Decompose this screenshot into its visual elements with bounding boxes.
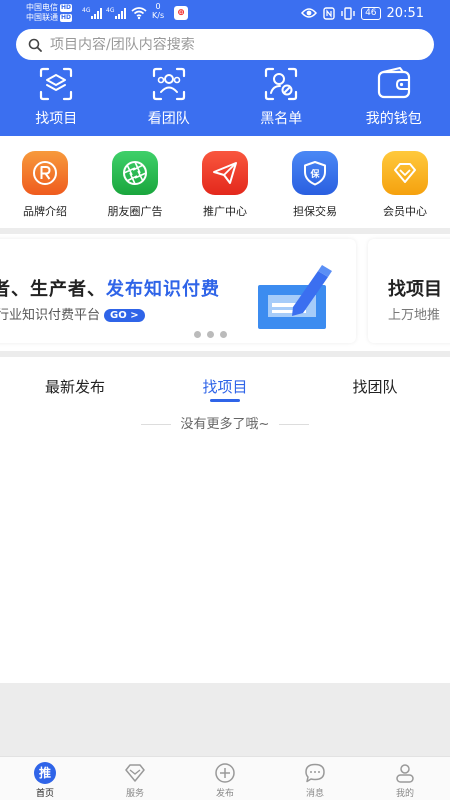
bottom-tab-label: 发布 <box>215 789 234 799</box>
nav-label: 找项目 <box>35 111 78 127</box>
network-type: 4G <box>106 7 115 14</box>
clock: 20:51 <box>386 5 424 21</box>
service-icon-tile <box>202 151 248 195</box>
registered-icon <box>33 161 57 185</box>
bottom-tab-bar: 推 首页 服务 发布 消息 我的 <box>0 756 450 800</box>
user-icon <box>396 764 414 783</box>
nav-view-team[interactable]: 看团队 <box>113 66 226 132</box>
diamond-outline-icon <box>125 764 145 782</box>
carousel-dot[interactable] <box>194 331 201 338</box>
wallet-icon <box>377 67 410 99</box>
carrier-1: 中国电信 <box>26 3 58 12</box>
service-brand-intro[interactable]: 品牌介绍 <box>0 136 90 228</box>
search-icon <box>28 38 42 52</box>
network-speed: 0 K/s <box>152 2 165 20</box>
team-scan-icon <box>152 67 185 101</box>
paper-plane-icon <box>213 162 237 184</box>
service-label: 朋友圈广告 <box>107 205 163 218</box>
nav-label: 我的钱包 <box>365 111 422 127</box>
bottom-tab-label: 服务 <box>125 789 144 799</box>
bottom-tab-messages[interactable]: 消息 <box>270 757 360 800</box>
service-grid: 品牌介绍 朋友圈广告 推广中心 保 担保交易 会员中心 <box>0 136 450 228</box>
nav-label: 黑名单 <box>260 111 303 127</box>
service-moments-ads[interactable]: 朋友圈广告 <box>90 136 180 228</box>
banner-subtitle: 上万地推 <box>388 308 441 323</box>
service-label: 品牌介绍 <box>23 205 67 218</box>
bottom-tab-home[interactable]: 推 首页 <box>0 757 90 800</box>
search-bar[interactable] <box>16 29 434 60</box>
wifi-icon <box>131 7 147 20</box>
signal-icon: 4G <box>106 7 126 19</box>
service-icon-tile <box>22 151 68 195</box>
diamond-icon <box>394 163 416 183</box>
plus-circle-icon <box>215 763 235 783</box>
status-icons: 46 20:51 <box>301 5 424 21</box>
home-icon: 推 <box>34 762 56 784</box>
bottom-tab-mine[interactable]: 我的 <box>360 757 450 800</box>
divider <box>279 424 310 425</box>
nav-my-wallet[interactable]: 我的钱包 <box>338 66 450 132</box>
banner-go-button[interactable]: GO > <box>104 309 145 322</box>
nav-find-project[interactable]: 找项目 <box>0 66 113 132</box>
carousel-indicator <box>194 331 227 338</box>
banner-headline: 找项目 <box>388 279 442 300</box>
shield-icon: 保 <box>304 161 326 186</box>
bottom-tab-label: 消息 <box>305 789 324 799</box>
feed-section: 最新发布 找项目 找团队 没有更多了哦~ <box>0 357 450 683</box>
empty-list-message: 没有更多了哦~ <box>0 413 450 432</box>
network-type: 4G <box>82 7 91 14</box>
nav-blacklist[interactable]: 黑名单 <box>225 66 338 132</box>
eye-icon <box>301 8 318 18</box>
vibrate-icon <box>341 6 355 20</box>
divider <box>140 424 171 425</box>
top-nav: 找项目 看团队 黑名单 我的钱包 <box>0 66 450 132</box>
aperture-icon <box>123 161 147 185</box>
carrier-info: 中国电信 HD 中国联通 HD <box>26 3 73 23</box>
tab-find-team[interactable]: 找团队 <box>300 357 450 413</box>
svg-text:保: 保 <box>309 168 320 180</box>
user-block-icon <box>265 67 298 101</box>
service-icon-tile <box>382 151 428 195</box>
service-promo-center[interactable]: 推广中心 <box>180 136 270 228</box>
bottom-tab-label: 我的 <box>395 789 414 799</box>
app-notification-icon: ⊕ <box>174 6 188 20</box>
bottom-tab-services[interactable]: 服务 <box>90 757 180 800</box>
app-header: 中国电信 HD 中国联通 HD 4G 4G 0 K/s ⊕ 46 20:51 项… <box>0 0 450 136</box>
service-label: 会员中心 <box>383 205 427 218</box>
service-label: 推广中心 <box>203 205 247 218</box>
banner-carousel[interactable]: 者、生产者、发布知识付费 行业知识付费平台 GO > 找项目 上万地推 <box>0 234 450 351</box>
service-label: 担保交易 <box>293 205 337 218</box>
banner-subtitle: 行业知识付费平台 GO > <box>0 304 145 323</box>
nav-label: 看团队 <box>147 111 190 127</box>
bottom-tab-publish[interactable]: 发布 <box>180 757 270 800</box>
signal-icon: 4G <box>82 7 102 19</box>
chat-bubble-icon <box>305 763 325 783</box>
banner-slide-find-project[interactable]: 找项目 上万地推 <box>368 239 450 343</box>
pen-document-icon <box>258 265 332 329</box>
banner-slide-knowledge[interactable]: 者、生产者、发布知识付费 行业知识付费平台 GO > <box>0 239 356 343</box>
carrier-2: 中国联通 <box>26 13 58 22</box>
service-icon-tile: 保 <box>292 151 338 195</box>
hd-badge: HD <box>60 3 73 12</box>
service-guarantee-trade[interactable]: 保 担保交易 <box>270 136 360 228</box>
service-member-center[interactable]: 会员中心 <box>360 136 450 228</box>
search-input[interactable] <box>50 36 410 53</box>
banner-headline: 者、生产者、发布知识付费 <box>0 279 220 300</box>
carousel-dot[interactable] <box>220 331 227 338</box>
feed-tabs: 最新发布 找项目 找团队 <box>0 357 450 413</box>
bottom-tab-label: 首页 <box>35 789 54 799</box>
battery-indicator: 46 <box>361 6 381 20</box>
tab-find-project[interactable]: 找项目 <box>150 357 300 413</box>
status-bar: 中国电信 HD 中国联通 HD 4G 4G 0 K/s ⊕ 46 20:51 <box>0 0 450 28</box>
hd-badge: HD <box>60 13 73 22</box>
carousel-dot[interactable] <box>207 331 214 338</box>
tab-latest[interactable]: 最新发布 <box>0 357 150 413</box>
nfc-icon <box>323 6 335 20</box>
service-icon-tile <box>112 151 158 195</box>
layers-scan-icon <box>40 67 73 101</box>
